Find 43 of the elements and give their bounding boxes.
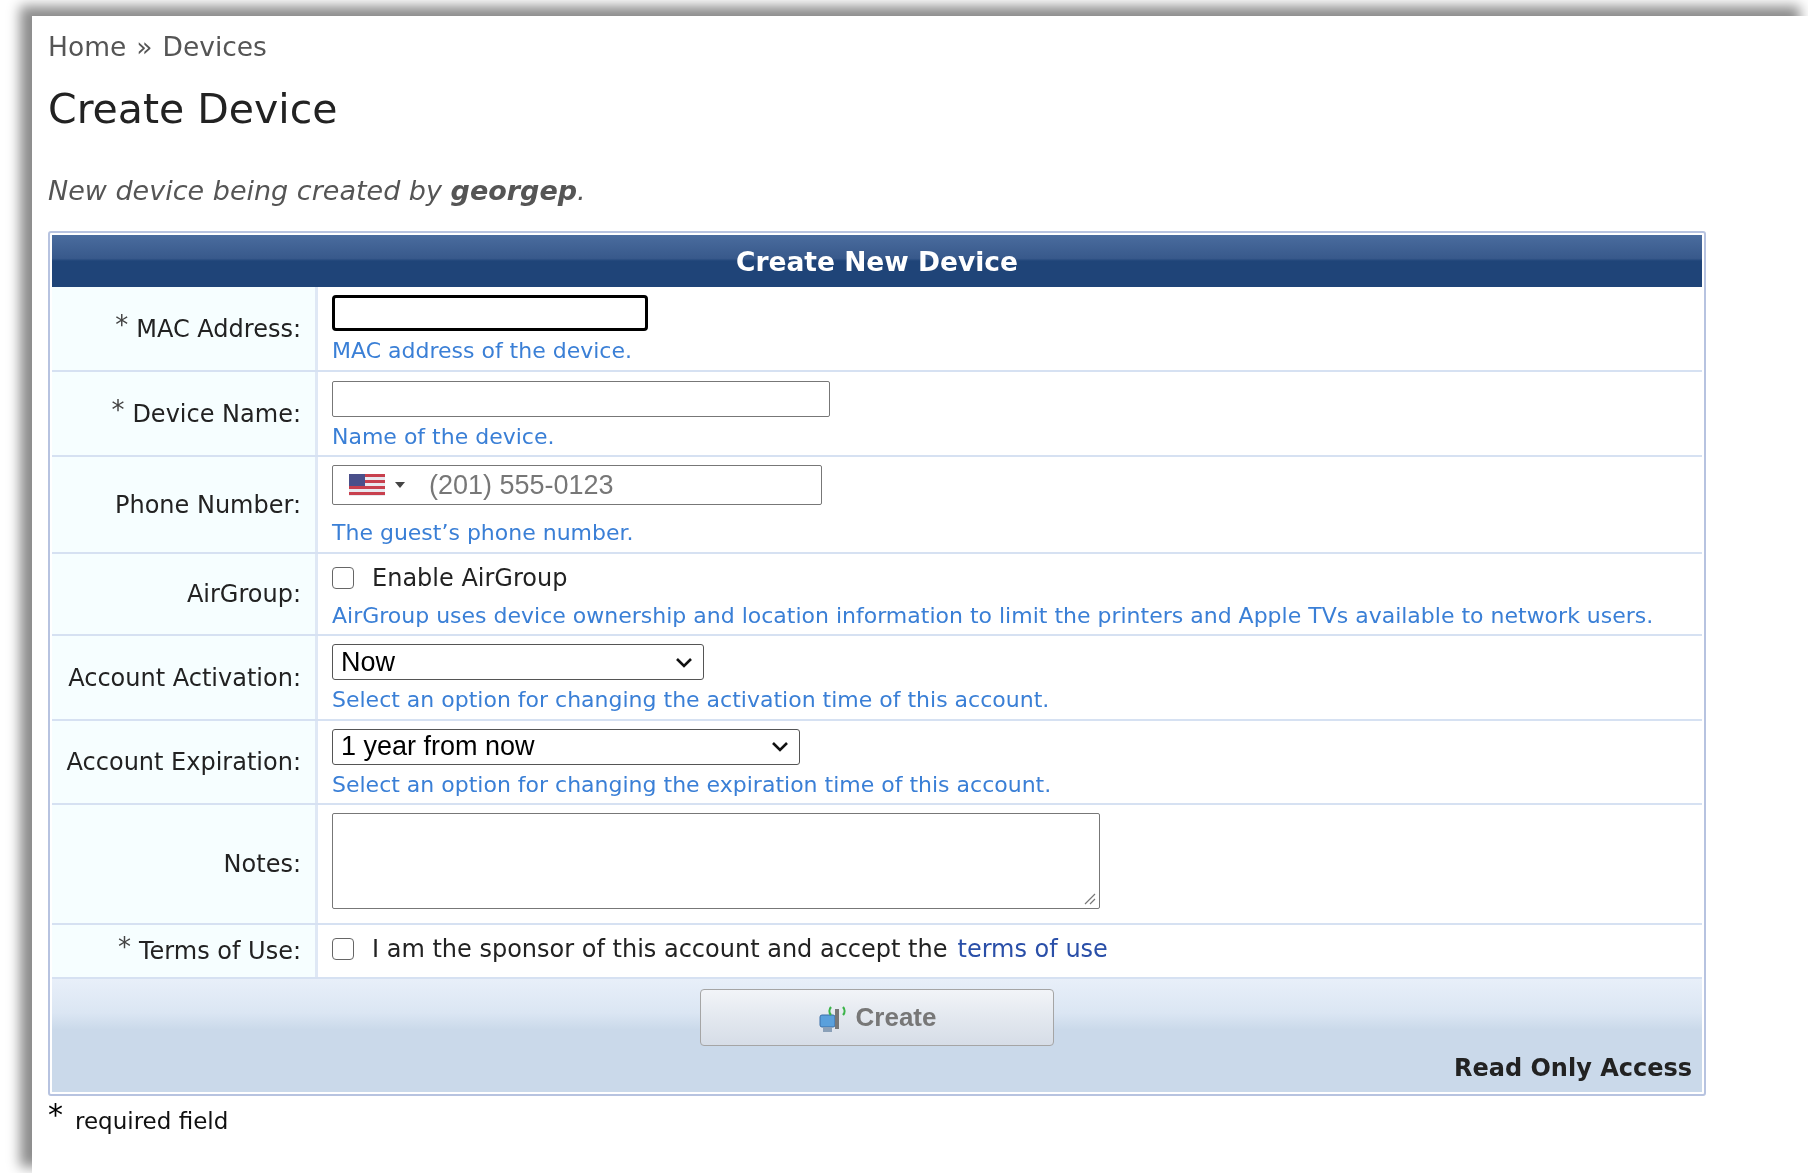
required-mark: *: [115, 309, 129, 340]
breadcrumb-link[interactable]: Home: [48, 34, 127, 61]
flag-icon: [349, 474, 385, 497]
field-hint: The guest’s phone number.: [332, 519, 635, 547]
form-title: Create New Device: [52, 235, 1702, 288]
chevron-icon: [675, 656, 693, 668]
caret-icon: [395, 482, 405, 489]
field-label: Phone Number:: [114, 490, 301, 519]
field-label: MAC Address:: [136, 314, 301, 343]
field-label: Device Name:: [132, 399, 301, 428]
field-hint: Name of the device.: [332, 422, 556, 451]
input-field[interactable]: [332, 295, 648, 332]
checkbox-label: Enable AirGroup: [372, 563, 568, 592]
checkbox[interactable]: [332, 938, 354, 961]
field-hint: Select an option for changing the expiration time of this account.: [332, 770, 1053, 799]
dropdown[interactable]: Now: [332, 644, 704, 681]
required-note: required field: [75, 1107, 229, 1135]
breadcrumb-link[interactable]: Devices: [162, 34, 267, 61]
resize-grip-icon: [1083, 892, 1097, 907]
required-mark: *: [48, 1100, 63, 1131]
terms-link[interactable]: terms of use: [957, 935, 1108, 964]
chevron-icon: [771, 741, 789, 753]
field-label: Terms of Use:: [139, 937, 301, 966]
field-label: Account Activation:: [68, 663, 301, 692]
field-label: AirGroup:: [186, 580, 301, 609]
field-label: Account Expiration:: [66, 748, 301, 777]
field-hint: AirGroup uses device ownership and location information to limit the printers and Apple TVs available to network users.: [332, 601, 1655, 630]
required-mark: *: [111, 394, 125, 425]
phone-field[interactable]: (201) 555-0123: [332, 465, 822, 506]
field-hint: MAC address of the device.: [332, 337, 633, 365]
access-status: Read Only Access: [1453, 1054, 1692, 1083]
create-button[interactable]: Create: [700, 989, 1054, 1047]
notes-field[interactable]: [332, 813, 1100, 910]
creator-note: New device being created by georgep.: [48, 175, 587, 206]
checkbox-label: I am the sponsor of this account and accept the: [372, 935, 948, 964]
checkbox[interactable]: [332, 566, 354, 589]
dropdown[interactable]: 1 year from now: [332, 728, 800, 765]
field-label: Notes:: [223, 850, 301, 879]
breadcrumb-separator: »: [136, 34, 153, 61]
field-hint: Select an option for changing the activation time of this account.: [332, 686, 1051, 714]
page-title: Create Device: [48, 86, 339, 132]
required-mark: *: [118, 932, 131, 963]
input-field[interactable]: [332, 380, 830, 417]
